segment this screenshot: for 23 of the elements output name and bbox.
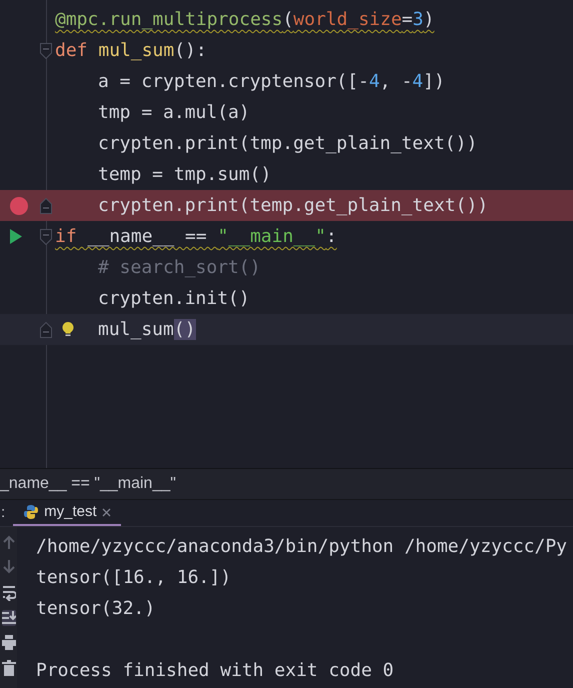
code-line: def mul_sum(): bbox=[55, 39, 207, 63]
printer-icon[interactable] bbox=[2, 635, 16, 651]
console-line: tensor(32.) bbox=[36, 597, 156, 621]
code-line: temp = tmp.sum() bbox=[98, 163, 272, 187]
console-line: /home/yzyccc/anaconda3/bin/python /home/yzyccc/Py bbox=[36, 535, 568, 559]
console-line: tensor([16., 16.]) bbox=[36, 566, 232, 590]
code-line: crypten.init() bbox=[98, 287, 250, 311]
console-line: Process finished with exit code 0 bbox=[36, 659, 394, 683]
python-icon bbox=[23, 504, 40, 520]
code-line: tmp = a.mul(a) bbox=[98, 101, 250, 125]
run-tab[interactable]: my_test bbox=[13, 500, 121, 526]
code-line: a = crypten.cryptensor([-4, -4]) bbox=[98, 70, 445, 94]
panel-label: : bbox=[0, 502, 6, 523]
code-line: if __name__ == "__main__": bbox=[55, 225, 337, 249]
code-line: crypten.print(temp.get_plain_text()) bbox=[98, 194, 488, 218]
close-icon bbox=[102, 508, 111, 516]
code-line: crypten.print(tmp.get_plain_text()) bbox=[98, 132, 478, 156]
code-line: @mpc.run_multiprocess(world_size=3) bbox=[55, 8, 434, 32]
code-line: # search_sort() bbox=[98, 256, 261, 280]
scroll-to-end-icon[interactable] bbox=[2, 610, 16, 626]
trash-icon[interactable] bbox=[2, 660, 16, 676]
code-line: mul_sum() bbox=[98, 318, 196, 342]
wrap-icon[interactable] bbox=[2, 585, 16, 601]
